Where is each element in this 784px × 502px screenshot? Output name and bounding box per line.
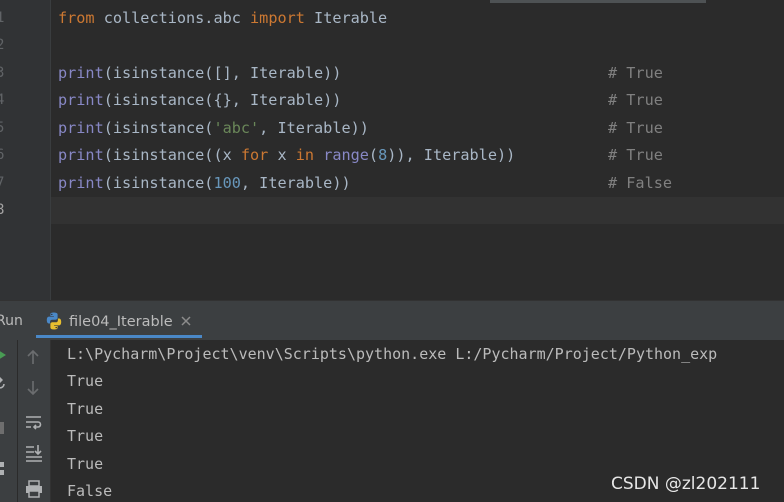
scroll-to-end-icon[interactable] bbox=[25, 444, 43, 462]
code-token: from bbox=[58, 9, 95, 27]
code-line[interactable]: from collections.abc import Iterable bbox=[58, 8, 387, 28]
code-editor[interactable]: 1 2 3 4 5 6 7 8 from collections.abc import Ite… bbox=[0, 0, 784, 300]
python-icon bbox=[46, 312, 62, 330]
line-number: 4 bbox=[0, 92, 5, 108]
run-tab-label: file04_Iterable bbox=[69, 314, 173, 330]
code-comment: # True bbox=[608, 119, 663, 137]
code-comment: # True bbox=[608, 91, 663, 109]
code-token: print bbox=[58, 91, 104, 109]
code-token: range bbox=[323, 146, 369, 164]
console-output-line: True bbox=[67, 427, 104, 445]
run-toolbar-right bbox=[18, 340, 51, 502]
code-token: , Iterable)) bbox=[240, 174, 351, 192]
code-token: (isinstance( bbox=[103, 119, 214, 137]
code-token: collections.abc bbox=[94, 9, 251, 27]
line-number: 5 bbox=[0, 120, 5, 136]
close-icon[interactable] bbox=[179, 314, 193, 328]
code-token: x bbox=[268, 146, 296, 164]
line-number: 2 bbox=[0, 37, 5, 53]
run-toolbar-left bbox=[0, 340, 18, 502]
print-icon[interactable] bbox=[25, 480, 43, 498]
code-line[interactable]: print(isinstance([], Iterable)) # True bbox=[58, 63, 663, 83]
code-token: 8 bbox=[378, 146, 388, 164]
layout-icon[interactable] bbox=[0, 462, 6, 476]
run-panel-header: Run: file04_Iterable bbox=[0, 300, 784, 340]
code-line[interactable]: print(isinstance({}, Iterable)) # True bbox=[58, 90, 663, 110]
horizontal-scrollbar-thumb[interactable] bbox=[490, 0, 706, 3]
code-token: (isinstance([], Iterable)) bbox=[103, 64, 342, 82]
code-token: print bbox=[58, 174, 104, 192]
code-token: 'abc' bbox=[213, 119, 260, 137]
line-number: 1 bbox=[0, 10, 5, 26]
line-number: 8 bbox=[0, 202, 5, 218]
run-tab-file04-iterable[interactable]: file04_Iterable bbox=[36, 306, 202, 338]
rerun-icon[interactable] bbox=[0, 349, 7, 361]
line-number: 7 bbox=[0, 175, 5, 191]
console-output-line: False bbox=[67, 482, 113, 500]
down-arrow-icon[interactable] bbox=[26, 380, 40, 396]
line-number: 3 bbox=[0, 65, 5, 81]
code-token: (isinstance( bbox=[103, 174, 214, 192]
code-token: print bbox=[58, 64, 104, 82]
up-arrow-icon[interactable] bbox=[26, 349, 40, 365]
soft-wrap-icon[interactable] bbox=[25, 414, 43, 430]
code-line[interactable]: print(isinstance(100, Iterable)) # False bbox=[58, 173, 672, 193]
line-number-gutter: 1 2 3 4 5 6 7 8 bbox=[0, 0, 51, 300]
code-line[interactable]: print(isinstance('abc', Iterable)) # True bbox=[58, 118, 663, 138]
code-token: (isinstance({}, Iterable)) bbox=[103, 91, 342, 109]
console-output-line: True bbox=[67, 455, 104, 473]
code-token: )), Iterable)) bbox=[387, 146, 516, 164]
restart-icon[interactable] bbox=[0, 377, 6, 391]
line-number: 6 bbox=[0, 147, 5, 163]
code-token: ( bbox=[368, 146, 379, 164]
current-line-highlight bbox=[51, 197, 784, 224]
code-token: for bbox=[240, 146, 269, 164]
code-token: Iterable bbox=[304, 9, 388, 27]
run-panel-label: Run: bbox=[0, 313, 22, 329]
code-comment: # True bbox=[608, 146, 663, 164]
code-token: (isinstance((x bbox=[103, 146, 241, 164]
code-line[interactable]: print(isinstance((x for x in range(8)), … bbox=[58, 145, 663, 165]
console-output-line: True bbox=[67, 400, 104, 418]
stop-icon[interactable] bbox=[0, 422, 6, 434]
code-token: 100 bbox=[213, 174, 241, 192]
code-token: print bbox=[58, 146, 104, 164]
code-token: , Iterable)) bbox=[259, 119, 369, 137]
watermark: CSDN @zl202111 bbox=[611, 474, 761, 494]
code-comment: # True bbox=[608, 64, 663, 82]
console-output-line: True bbox=[67, 372, 104, 390]
code-token: print bbox=[58, 119, 104, 137]
code-token: import bbox=[250, 9, 305, 27]
code-token: in bbox=[295, 146, 315, 164]
console-command-line: L:\Pycharm\Project\venv\Scripts\python.e… bbox=[67, 345, 718, 363]
code-comment: # False bbox=[608, 174, 673, 192]
